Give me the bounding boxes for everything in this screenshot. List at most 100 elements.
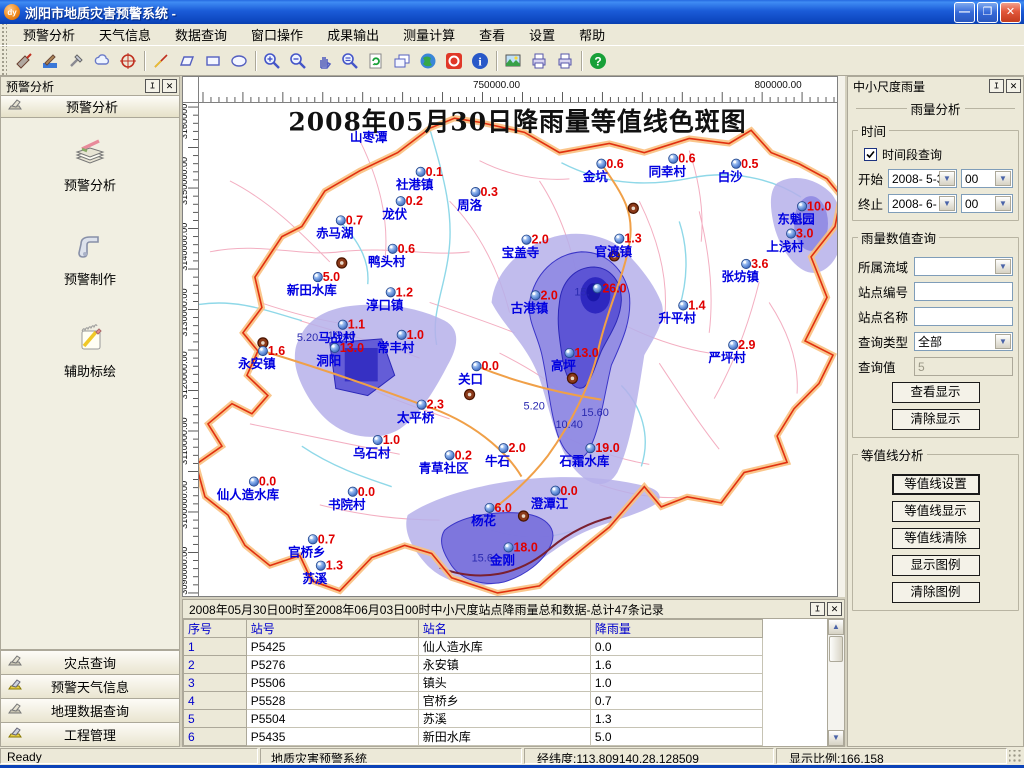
table-row[interactable]: 4P5528官桥乡0.7 bbox=[184, 692, 763, 710]
menu-item-1[interactable]: 预警分析 bbox=[11, 22, 87, 47]
contour-button-5[interactable]: 清除图例 bbox=[892, 582, 980, 603]
zoom-out-icon[interactable] bbox=[285, 49, 311, 73]
right-panel-title: 中小尺度雨量 bbox=[853, 78, 987, 95]
help-icon[interactable]: ? bbox=[585, 49, 611, 73]
end-date-picker[interactable]: 2008- 6- 3▼ bbox=[888, 194, 957, 213]
chevron-down-icon[interactable]: ▼ bbox=[939, 171, 955, 186]
table-row[interactable]: 1P5425仙人造水库0.0 bbox=[184, 638, 763, 656]
column-header-站号[interactable]: 站号 bbox=[246, 620, 418, 638]
map-canvas-area[interactable]: 5.2010.4015.5.2015.6010.4015.6 山枣潭0.1社港镇… bbox=[199, 103, 838, 597]
menu-grip[interactable] bbox=[0, 24, 7, 45]
pin-icon[interactable] bbox=[145, 79, 160, 93]
stop-icon[interactable] bbox=[441, 49, 467, 73]
menu-item-4[interactable]: 窗口操作 bbox=[239, 22, 315, 47]
toolbar-grip[interactable] bbox=[0, 46, 7, 75]
start-date-picker[interactable]: 2008- 5-30▼ bbox=[888, 169, 957, 188]
pin-icon[interactable] bbox=[810, 602, 825, 616]
basin-select[interactable]: ▼ bbox=[914, 257, 1013, 276]
menu-item-7[interactable]: 查看 bbox=[467, 22, 517, 47]
column-header-站名[interactable]: 站名 bbox=[418, 620, 590, 638]
scroll-thumb[interactable] bbox=[829, 636, 843, 662]
menu-item-8[interactable]: 设置 bbox=[517, 22, 567, 47]
restore-button[interactable]: ❐ bbox=[977, 2, 998, 23]
menu-item-3[interactable]: 数据查询 bbox=[163, 22, 239, 47]
rainfall-contour-map[interactable]: 5.2010.4015.5.2015.6010.4015.6 山枣潭0.1社港镇… bbox=[199, 103, 837, 596]
station-id-input[interactable] bbox=[914, 282, 1013, 301]
table-scrollbar[interactable]: ▲ ▼ bbox=[827, 619, 844, 746]
scroll-down-icon[interactable]: ▼ bbox=[828, 730, 844, 746]
sidebar-group-4[interactable]: 工程管理 bbox=[1, 722, 179, 746]
zoom-in-icon[interactable] bbox=[259, 49, 285, 73]
checkbox-icon[interactable] bbox=[864, 148, 877, 161]
close-icon[interactable]: ✕ bbox=[1006, 79, 1021, 93]
pin-icon[interactable] bbox=[989, 79, 1004, 93]
pan-icon[interactable] bbox=[311, 49, 337, 73]
data-cell: P5435 bbox=[246, 728, 418, 746]
cascade-icon[interactable] bbox=[389, 49, 415, 73]
table-row[interactable]: 3P5506镇头1.0 bbox=[184, 674, 763, 692]
table-row[interactable]: 2P5276永安镇1.6 bbox=[184, 656, 763, 674]
svg-text:古港镇: 古港镇 bbox=[511, 300, 549, 315]
station-id-label: 站点编号 bbox=[858, 282, 914, 301]
column-header-序号[interactable]: 序号 bbox=[184, 620, 247, 638]
ellipse-icon[interactable] bbox=[226, 49, 252, 73]
print-alt-icon[interactable] bbox=[552, 49, 578, 73]
menu-item-6[interactable]: 测量计算 bbox=[391, 22, 467, 47]
flood-icon[interactable] bbox=[37, 49, 63, 73]
time-range-checkbox[interactable]: 时间段查询 bbox=[864, 146, 1013, 163]
refresh-icon[interactable] bbox=[363, 49, 389, 73]
end-hour-select[interactable]: 00▼ bbox=[961, 194, 1013, 213]
sidebar-item-1[interactable]: 预警分析 bbox=[1, 136, 179, 194]
line-icon[interactable] bbox=[148, 49, 174, 73]
chevron-down-icon[interactable]: ▼ bbox=[939, 196, 955, 211]
chevron-down-icon[interactable]: ▼ bbox=[995, 171, 1011, 186]
table-row[interactable]: 5P5504苏溪1.3 bbox=[184, 710, 763, 728]
globe-icon[interactable] bbox=[415, 49, 441, 73]
scroll-up-icon[interactable]: ▲ bbox=[828, 619, 844, 635]
print-icon[interactable] bbox=[526, 49, 552, 73]
minimize-button[interactable]: — bbox=[954, 2, 975, 23]
satellite-icon[interactable] bbox=[11, 49, 37, 73]
sidebar-group-2[interactable]: 预警天气信息 bbox=[1, 674, 179, 698]
cloud-icon[interactable] bbox=[89, 49, 115, 73]
info-icon[interactable]: i bbox=[467, 49, 493, 73]
svg-text:0.0: 0.0 bbox=[259, 475, 276, 489]
table-row[interactable]: 6P5435新田水库5.0 bbox=[184, 728, 763, 746]
sidebar-item-3[interactable]: 辅助标绘 bbox=[1, 322, 179, 380]
menu-item-2[interactable]: 天气信息 bbox=[87, 22, 163, 47]
station-peak[interactable]: 26.0 bbox=[593, 281, 627, 295]
menu-item-9[interactable]: 帮助 bbox=[567, 22, 617, 47]
close-button[interactable]: ✕ bbox=[1000, 2, 1021, 23]
contour-button-1[interactable]: 等值线设置 bbox=[892, 474, 980, 495]
zoom-window-icon[interactable] bbox=[337, 49, 363, 73]
sidebar-item-2[interactable]: 预警制作 bbox=[1, 228, 179, 288]
image-icon[interactable] bbox=[500, 49, 526, 73]
svg-text:关口: 关口 bbox=[458, 371, 483, 386]
chevron-down-icon[interactable]: ▼ bbox=[995, 259, 1011, 274]
menu-item-5[interactable]: 成果输出 bbox=[315, 22, 391, 47]
chevron-down-icon[interactable]: ▼ bbox=[995, 334, 1011, 349]
chevron-down-icon[interactable]: ▼ bbox=[995, 196, 1011, 211]
locate-icon[interactable] bbox=[115, 49, 141, 73]
column-header-降雨量[interactable]: 降雨量 bbox=[590, 620, 762, 638]
resize-grip[interactable] bbox=[1009, 750, 1022, 763]
stamp-icon bbox=[7, 702, 23, 719]
table-row[interactable]: 7P5310洞阳13.0 bbox=[184, 746, 763, 747]
sidebar-group-1[interactable]: 灾点查询 bbox=[1, 650, 179, 674]
rectangle-icon[interactable] bbox=[200, 49, 226, 73]
start-hour-select[interactable]: 00▼ bbox=[961, 169, 1013, 188]
close-icon[interactable]: ✕ bbox=[827, 602, 842, 616]
left-group-header[interactable]: 预警分析 bbox=[0, 95, 180, 118]
close-icon[interactable]: ✕ bbox=[162, 79, 177, 93]
contour-button-4[interactable]: 显示图例 bbox=[892, 555, 980, 576]
contour-button-3[interactable]: 等值线清除 bbox=[892, 528, 980, 549]
contour-button-2[interactable]: 等值线显示 bbox=[892, 501, 980, 522]
polygon-icon[interactable] bbox=[174, 49, 200, 73]
sidebar-group-3[interactable]: 地理数据查询 bbox=[1, 698, 179, 722]
hammer-icon[interactable] bbox=[63, 49, 89, 73]
clear-display-button[interactable]: 清除显示 bbox=[892, 409, 980, 430]
station-name-input[interactable] bbox=[914, 307, 1013, 326]
rainfall-table[interactable]: 序号站号站名降雨量 1P5425仙人造水库0.02P5276永安镇1.63P55… bbox=[183, 619, 827, 746]
show-display-button[interactable]: 查看显示 bbox=[892, 382, 980, 403]
query-type-select[interactable]: 全部▼ bbox=[914, 332, 1013, 351]
